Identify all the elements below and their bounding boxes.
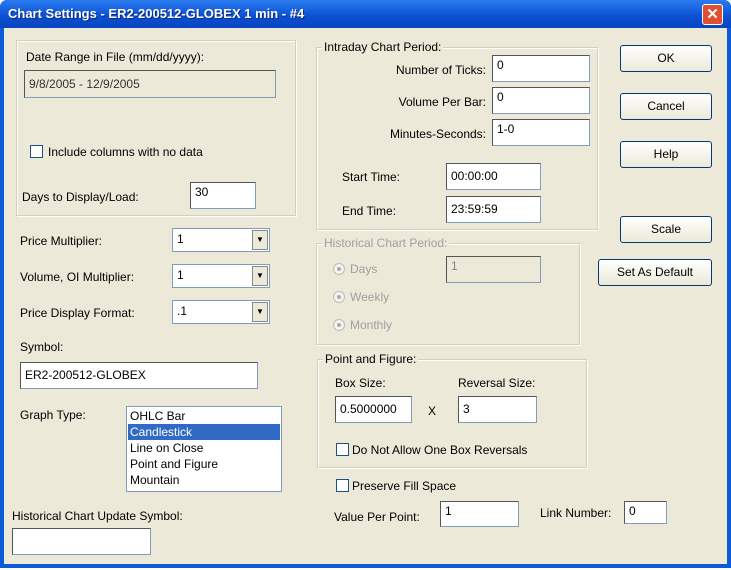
hist-update-input[interactable] [12, 528, 151, 555]
ticks-input[interactable]: 0 [492, 55, 590, 82]
hist-update-label: Historical Chart Update Symbol: [12, 509, 183, 523]
no-one-box-label: Do Not Allow One Box Reversals [352, 443, 528, 457]
volume-multiplier-select[interactable]: 1 ▼ [172, 264, 270, 288]
price-multiplier-value: 1 [177, 232, 184, 246]
chevron-down-icon[interactable]: ▼ [252, 302, 268, 322]
preserve-fill-checkbox[interactable] [336, 479, 349, 492]
weekly-radio[interactable] [333, 291, 345, 303]
days-radio-label: Days [350, 262, 378, 276]
graph-type-option-selected[interactable]: Candlestick [128, 424, 280, 440]
chevron-down-icon[interactable]: ▼ [252, 266, 268, 286]
historical-title: Historical Chart Period: [322, 236, 450, 250]
help-button[interactable]: Help [620, 141, 712, 168]
volume-per-bar-label: Volume Per Bar: [398, 95, 486, 109]
end-time-input[interactable]: 23:59:59 [446, 196, 541, 223]
symbol-input[interactable]: ER2-200512-GLOBEX [20, 362, 258, 389]
point-figure-title: Point and Figure: [323, 352, 419, 366]
price-format-select[interactable]: .1 ▼ [172, 300, 270, 324]
minutes-seconds-label: Minutes-Seconds: [389, 127, 486, 141]
price-multiplier-select[interactable]: 1 ▼ [172, 228, 270, 252]
monthly-radio[interactable] [333, 319, 345, 331]
link-number-input[interactable]: 0 [624, 501, 667, 524]
dialog-window: Chart Settings - ER2-200512-GLOBEX 1 min… [0, 0, 731, 568]
graph-type-label: Graph Type: [20, 408, 86, 422]
graph-type-option[interactable]: Point and Figure [128, 456, 280, 472]
volume-per-bar-input[interactable]: 0 [492, 87, 590, 114]
include-no-data-checkbox[interactable] [30, 145, 43, 158]
reversal-size-label: Reversal Size: [458, 376, 536, 390]
volume-multiplier-value: 1 [177, 268, 184, 282]
date-range-label: Date Range in File (mm/dd/yyyy): [26, 50, 205, 64]
reversal-size-input[interactable]: 3 [458, 396, 537, 423]
days-radio[interactable] [333, 263, 345, 275]
weekly-radio-label: Weekly [350, 290, 390, 304]
graph-type-option[interactable]: Mountain [128, 472, 280, 488]
symbol-label: Symbol: [20, 340, 64, 354]
preserve-fill-label: Preserve Fill Space [352, 479, 457, 493]
historical-days-input: 1 [446, 256, 541, 283]
ticks-label: Number of Ticks: [395, 63, 486, 77]
scale-button[interactable]: Scale [620, 216, 712, 243]
multiply-sign: X [428, 404, 437, 418]
minutes-seconds-input[interactable]: 1-0 [492, 119, 590, 146]
start-time-input[interactable]: 00:00:00 [446, 163, 541, 190]
link-number-label: Link Number: [540, 506, 612, 520]
price-multiplier-label: Price Multiplier: [20, 234, 103, 248]
value-per-point-input[interactable]: 1 [440, 501, 519, 527]
price-format-value: .1 [177, 304, 188, 318]
intraday-title: Intraday Chart Period: [322, 40, 444, 54]
include-no-data-label: Include columns with no data [48, 145, 203, 159]
date-range-field: 9/8/2005 - 12/9/2005 [24, 70, 276, 98]
end-time-label: End Time: [342, 204, 397, 218]
ok-button[interactable]: OK [620, 45, 712, 72]
graph-type-listbox[interactable]: OHLC Bar Candlestick Line on Close Point… [126, 406, 282, 492]
box-size-label: Box Size: [335, 376, 386, 390]
graph-type-option[interactable]: Line on Close [128, 440, 280, 456]
graph-type-option[interactable]: OHLC Bar [128, 408, 280, 424]
box-size-input[interactable]: 0.5000000 [335, 396, 412, 423]
monthly-radio-label: Monthly [350, 318, 393, 332]
chevron-down-icon[interactable]: ▼ [252, 230, 268, 250]
set-as-default-button[interactable]: Set As Default [598, 259, 712, 286]
days-input[interactable]: 30 [190, 182, 256, 209]
no-one-box-checkbox[interactable] [336, 443, 349, 456]
dialog-body: Date Range in File (mm/dd/yyyy): 9/8/200… [4, 28, 727, 564]
price-format-label: Price Display Format: [20, 306, 135, 320]
cancel-button[interactable]: Cancel [620, 93, 712, 120]
days-label: Days to Display/Load: [22, 190, 139, 204]
volume-multiplier-label: Volume, OI Multiplier: [20, 270, 135, 284]
value-per-point-label: Value Per Point: [334, 510, 420, 524]
start-time-label: Start Time: [342, 170, 401, 184]
